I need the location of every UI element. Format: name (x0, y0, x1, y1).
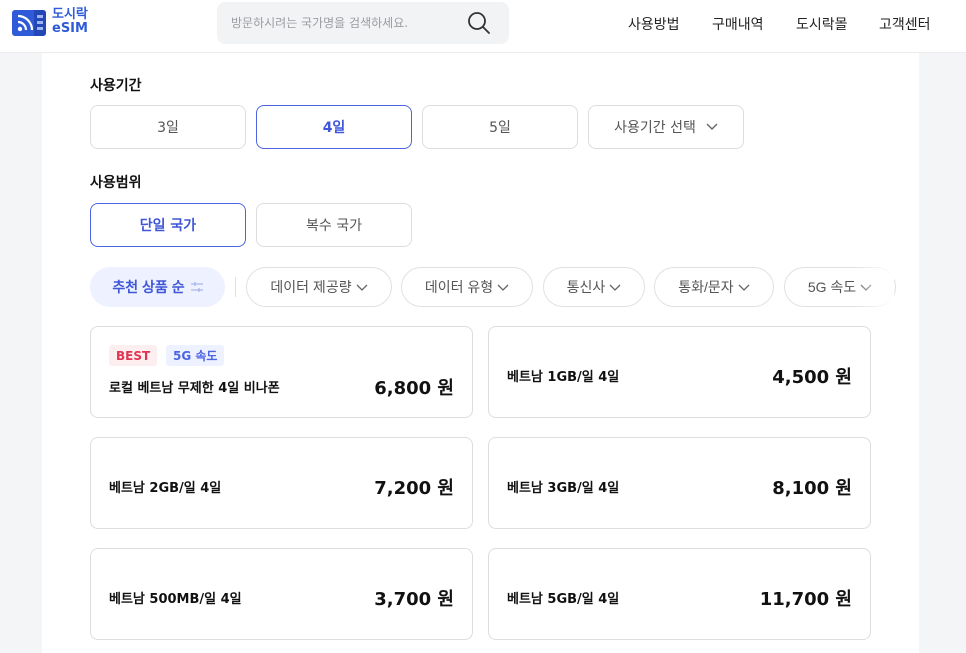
product-name: 베트남 1GB/일 4일 (507, 370, 620, 385)
logo-line-2: eSIM (52, 21, 88, 36)
filter-call-sms[interactable]: 통화/문자 (654, 267, 774, 307)
product-card[interactable]: 베트남 1GB/일 4일 4,500 원 (488, 326, 871, 418)
sim-wifi-icon (12, 10, 46, 36)
product-name: 베트남 3GB/일 4일 (507, 481, 620, 496)
scope-option-single[interactable]: 단일 국가 (90, 203, 246, 247)
filter-data-amount[interactable]: 데이터 제공량 (246, 267, 392, 307)
chevron-down-icon (609, 279, 621, 295)
logo-text: 도시락 eSIM (52, 8, 88, 36)
scope-label: 사용범위 (90, 175, 142, 191)
product-card[interactable]: 베트남 2GB/일 4일 7,200 원 (90, 437, 473, 529)
filter-data-type[interactable]: 데이터 유형 (401, 267, 533, 307)
chevron-down-icon (706, 119, 718, 135)
nav-customer-center[interactable]: 고객센터 (879, 14, 931, 34)
product-price: 7,200 원 (374, 478, 454, 499)
product-name: 베트남 5GB/일 4일 (507, 592, 620, 607)
search-input[interactable] (231, 2, 461, 44)
search-icon[interactable] (466, 10, 492, 36)
period-select-label: 사용기간 선택 (614, 120, 696, 136)
product-name: 베트남 500MB/일 4일 (109, 592, 242, 607)
filter-chip-label: 5G 속도 (807, 279, 857, 295)
chevron-down-icon (738, 279, 750, 295)
product-price: 11,700 원 (759, 589, 852, 610)
product-price: 4,500 원 (772, 367, 852, 388)
period-label: 사용기간 (90, 78, 142, 94)
5g-speed-badge: 5G 속도 (166, 345, 225, 366)
product-name: 베트남 2GB/일 4일 (109, 481, 222, 496)
period-option-label: 5일 (489, 120, 511, 136)
product-card[interactable]: 베트남 500MB/일 4일 3,700 원 (90, 548, 473, 640)
sort-label: 추천 상품 순 (112, 279, 185, 295)
logo-line-1: 도시락 (52, 7, 88, 22)
dosirak-esim-logo[interactable]: 도시락 eSIM (12, 6, 92, 42)
chevron-down-icon (497, 279, 509, 295)
period-option-label: 4일 (322, 120, 346, 136)
product-name: 로컬 베트남 무제한 4일 비나폰 (109, 381, 280, 396)
filter-chip-label: 통신사 (566, 279, 606, 295)
period-option-3days[interactable]: 3일 (90, 105, 246, 149)
scope-option-multiple[interactable]: 복수 국가 (256, 203, 412, 247)
product-card[interactable]: 베트남 3GB/일 4일 8,100 원 (488, 437, 871, 529)
scope-option-label: 단일 국가 (139, 218, 197, 234)
product-card[interactable]: 베트남 5GB/일 4일 11,700 원 (488, 548, 871, 640)
chip-scroll-fade (854, 265, 894, 309)
chip-divider (235, 277, 236, 297)
filter-chip-label: 데이터 유형 (424, 279, 494, 295)
nav-how-to-use[interactable]: 사용방법 (628, 14, 680, 34)
sort-recommended-chip[interactable]: 추천 상품 순 (90, 267, 225, 307)
sort-sliders-icon (190, 279, 203, 295)
product-card[interactable]: BEST 5G 속도 로컬 베트남 무제한 4일 비나폰 6,800 원 (90, 326, 473, 418)
period-select-dropdown[interactable]: 사용기간 선택 (588, 105, 744, 149)
chevron-down-icon (356, 279, 368, 295)
main-panel: 사용기간 3일 4일 5일 사용기간 선택 사용범위 단일 국가 복수 국가 추… (42, 53, 919, 653)
best-badge: BEST (109, 345, 158, 366)
scope-option-label: 복수 국가 (306, 218, 362, 234)
product-price: 6,800 원 (374, 378, 454, 399)
filter-chip-label: 데이터 제공량 (270, 279, 352, 295)
period-option-4days[interactable]: 4일 (256, 105, 412, 149)
period-option-5days[interactable]: 5일 (422, 105, 578, 149)
top-header: 도시락 eSIM 사용방법 구매내역 도시락몰 고객센터 (0, 0, 966, 53)
filter-chip-label: 통화/문자 (678, 279, 734, 295)
product-price: 3,700 원 (374, 589, 454, 610)
nav-purchase-history[interactable]: 구매내역 (712, 14, 764, 34)
product-price: 8,100 원 (772, 478, 852, 499)
period-option-label: 3일 (157, 120, 179, 136)
nav-dosirak-mall[interactable]: 도시락몰 (796, 14, 848, 34)
filter-carrier[interactable]: 통신사 (543, 267, 645, 307)
